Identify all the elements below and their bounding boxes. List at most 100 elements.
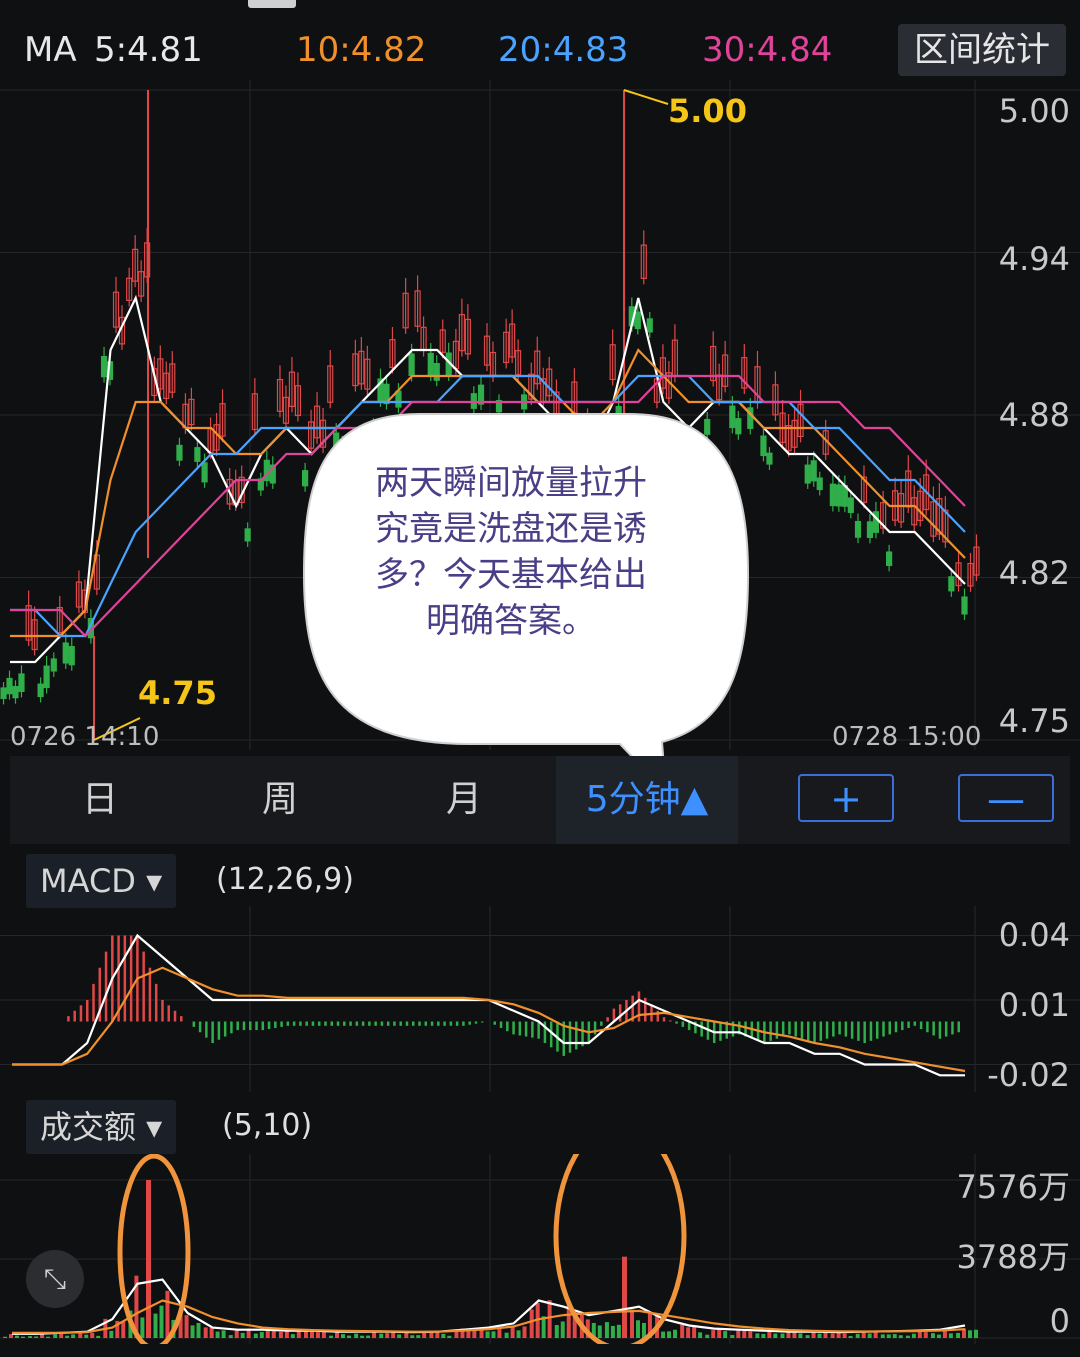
- candle-body: [816, 477, 823, 491]
- highlight-circle-2: [553, 1154, 687, 1344]
- ma5-value: 5:4.81: [94, 30, 203, 70]
- price-tick-5.00: 5.00: [998, 92, 1070, 130]
- volume-bar: [78, 1332, 83, 1338]
- candle-body: [427, 352, 434, 376]
- candle-body: [810, 460, 817, 482]
- candle-body: [804, 464, 811, 484]
- candle-body: [68, 645, 75, 666]
- volume-tick-bottom: 0: [1049, 1302, 1070, 1340]
- volume-bar: [34, 1336, 39, 1338]
- volume-bar: [786, 1331, 791, 1338]
- volume-bar: [867, 1333, 872, 1338]
- candle-body: [12, 685, 19, 699]
- macd-gridlines: [0, 906, 1080, 1092]
- candle-body: [201, 462, 208, 483]
- macd-selector[interactable]: MACD ▾: [26, 854, 177, 908]
- volume-bar: [661, 1331, 666, 1338]
- volume-bar: [341, 1334, 346, 1338]
- candle-body: [847, 497, 854, 513]
- zoom-in-button[interactable]: +: [798, 774, 894, 822]
- volume-bar: [184, 1315, 189, 1338]
- volume-bar: [140, 1317, 145, 1338]
- volume-bar: [610, 1325, 615, 1338]
- volume-bar: [65, 1335, 70, 1338]
- macd-lines: [12, 933, 966, 1077]
- tab-week[interactable]: 周: [190, 756, 370, 844]
- date-start: 0726 14:10: [10, 722, 160, 752]
- volume-bar: [203, 1327, 208, 1338]
- volume-bar: [215, 1331, 220, 1338]
- zoom-out-button[interactable]: —: [958, 774, 1054, 822]
- macd-line-dea: [12, 966, 966, 1073]
- volume-bar: [28, 1336, 33, 1338]
- volume-bar: [705, 1334, 710, 1338]
- volume-bar: [855, 1333, 860, 1338]
- candle-body: [854, 520, 862, 538]
- volume-bar: [53, 1334, 58, 1338]
- volume-bar: [360, 1335, 365, 1338]
- volume-bar: [278, 1331, 283, 1338]
- volume-bar: [886, 1334, 891, 1338]
- price-tick-4.94: 4.94: [998, 240, 1070, 278]
- volume-bar: [930, 1333, 935, 1338]
- volume-bar: [805, 1335, 810, 1338]
- candle-body: [634, 311, 641, 330]
- volume-bar: [836, 1332, 841, 1338]
- volume-bar: [673, 1329, 678, 1338]
- volume-bar: [71, 1334, 76, 1338]
- volume-tick-top: 7576万: [956, 1168, 1070, 1206]
- volume-bar: [730, 1334, 735, 1338]
- volume-bar: [372, 1332, 377, 1338]
- volume-bar: [635, 1320, 640, 1338]
- volume-bar: [717, 1329, 722, 1338]
- volume-bar: [848, 1336, 853, 1338]
- volume-bar: [441, 1333, 446, 1338]
- tab-day[interactable]: 日: [10, 756, 190, 844]
- candle-body: [835, 484, 842, 507]
- macd-tick-top: 0.04: [998, 916, 1070, 954]
- tab-5min[interactable]: 5分钟▲: [556, 756, 738, 844]
- candle-body: [244, 528, 251, 542]
- volume-bar: [221, 1330, 226, 1338]
- tab-month[interactable]: 月: [374, 756, 554, 844]
- ma30-value: 30:4.84: [702, 30, 833, 70]
- volume-chart[interactable]: [0, 1154, 1080, 1344]
- volume-bar: [335, 1332, 340, 1338]
- volume-bar: [680, 1324, 685, 1338]
- macd-line-dif: [12, 933, 965, 1077]
- volume-selector[interactable]: 成交额 ▾: [26, 1100, 177, 1154]
- volume-bar: [397, 1334, 402, 1338]
- volume-bar: [742, 1330, 747, 1338]
- volume-bar: [773, 1333, 778, 1338]
- candle-body: [433, 363, 440, 381]
- volume-bar: [491, 1331, 496, 1338]
- volume-bar: [504, 1332, 509, 1338]
- high-leader: [623, 89, 669, 105]
- candle-body: [766, 452, 773, 465]
- volume-bar: [736, 1330, 741, 1338]
- volume-bar: [46, 1336, 51, 1338]
- volume-spike-2: [622, 1256, 627, 1338]
- ma-label: MA: [24, 30, 77, 70]
- candle-body: [961, 596, 968, 615]
- candle-body: [760, 435, 767, 457]
- interval-stats-button[interactable]: 区间统计: [898, 24, 1066, 76]
- expand-icon[interactable]: ⤡: [26, 1250, 84, 1308]
- volume-bar: [842, 1333, 847, 1338]
- volume-bar: [290, 1334, 295, 1338]
- volume-bar: [422, 1332, 427, 1338]
- volume-spike-1: [146, 1180, 151, 1338]
- volume-bar: [597, 1325, 602, 1338]
- volume-params: (5,10): [222, 1108, 313, 1143]
- volume-bar: [630, 1309, 635, 1338]
- macd-tick-bottom: -0.02: [987, 1056, 1070, 1094]
- volume-bar: [830, 1333, 835, 1338]
- volume-bar: [209, 1327, 214, 1338]
- volume-bar: [385, 1333, 390, 1338]
- volume-bar: [723, 1331, 728, 1338]
- volume-bar: [109, 1330, 114, 1338]
- volume-bar: [153, 1313, 158, 1338]
- candle-body: [646, 318, 653, 333]
- volume-bar: [905, 1335, 910, 1338]
- macd-chart[interactable]: [0, 906, 1080, 1092]
